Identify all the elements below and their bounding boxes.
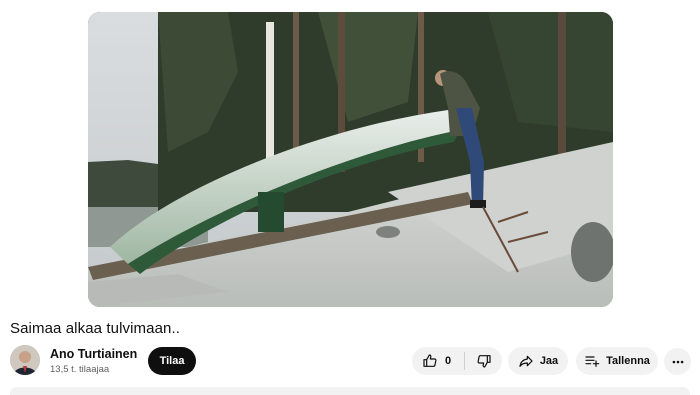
save-label: Tallenna xyxy=(606,355,650,367)
like-button[interactable]: 0 xyxy=(412,347,464,375)
channel-avatar[interactable] xyxy=(10,345,40,375)
video-frame xyxy=(88,12,613,307)
more-actions-button[interactable] xyxy=(664,348,691,375)
like-dislike-group: 0 xyxy=(412,347,502,375)
playlist-add-icon xyxy=(584,353,600,369)
subscriber-count: 13,5 t. tilaajaa xyxy=(50,364,110,375)
share-label: Jaa xyxy=(539,355,559,367)
more-horizontal-icon xyxy=(671,355,685,369)
dislike-button[interactable] xyxy=(465,347,502,375)
like-count: 0 xyxy=(445,355,452,367)
thumbs-up-icon xyxy=(422,353,438,369)
video-player[interactable] xyxy=(88,12,613,307)
channel-name[interactable]: Ano Turtiainen xyxy=(50,347,137,361)
video-title: Saimaa alkaa tulvimaan.. xyxy=(10,320,180,337)
thumbs-down-icon xyxy=(476,353,492,369)
subscribe-button[interactable]: Tilaa xyxy=(148,347,196,375)
share-button[interactable]: Jaa xyxy=(508,347,568,375)
share-arrow-icon xyxy=(518,353,534,369)
channel-row: Ano Turtiainen 13,5 t. tilaajaa Tilaa 0 xyxy=(10,345,691,379)
description-box[interactable] xyxy=(10,387,690,395)
save-button[interactable]: Tallenna xyxy=(576,347,658,375)
